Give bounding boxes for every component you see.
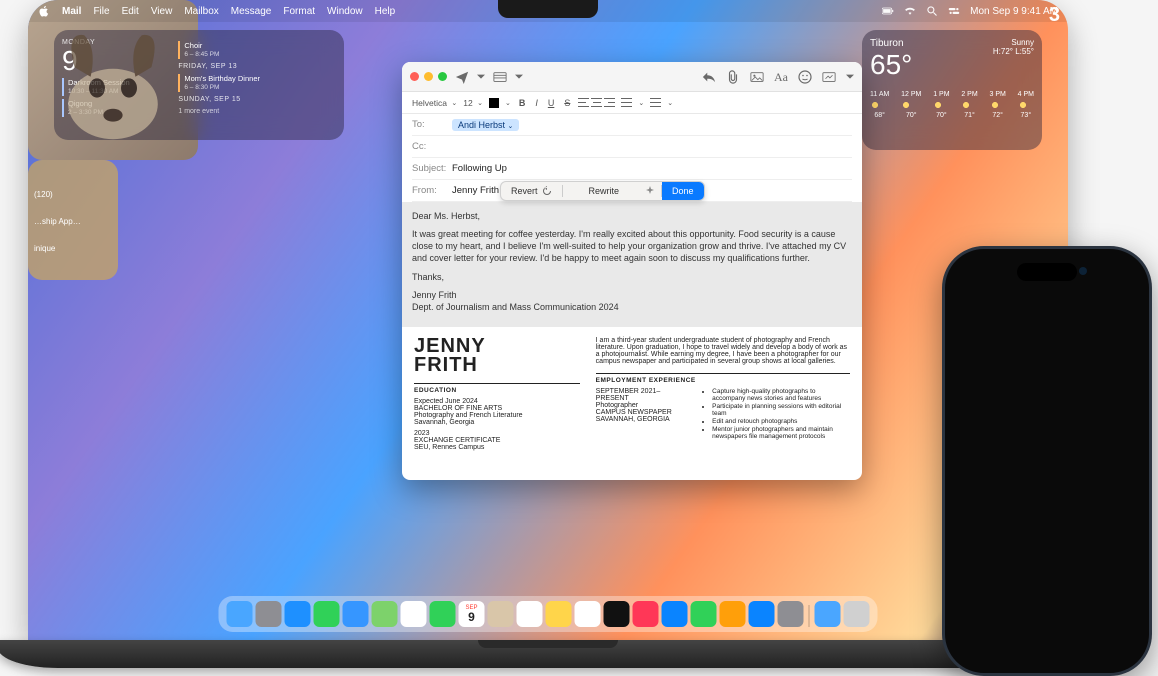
dock-app-mail[interactable] xyxy=(343,601,369,627)
dock-app-freeform[interactable] xyxy=(575,601,601,627)
dock-app-contacts[interactable] xyxy=(488,601,514,627)
window-minimize-button[interactable] xyxy=(424,72,433,81)
cc-label: Cc: xyxy=(412,141,452,152)
align-center-button[interactable] xyxy=(591,98,602,107)
menubar-item-format[interactable]: Format xyxy=(283,6,315,17)
message-body[interactable]: Dear Ms. Herbst, It was great meeting fo… xyxy=(402,202,862,327)
dock-app-calendar[interactable]: SEP9 xyxy=(459,601,485,627)
desktop: Mail File Edit View Mailbox Message Form… xyxy=(28,0,1068,640)
weather-hourly: 11 AM68° 12 PM70° 1 PM70° 2 PM71° 3 PM72… xyxy=(870,91,1034,119)
dock-app-keynote[interactable] xyxy=(662,601,688,627)
menubar-item-message[interactable]: Message xyxy=(231,6,272,17)
spotlight-icon[interactable] xyxy=(926,5,938,17)
align-left-button[interactable] xyxy=(578,98,589,107)
control-center-icon[interactable] xyxy=(948,5,960,17)
emoji-icon[interactable] xyxy=(798,70,812,84)
recipient-token: Andi Herbst ⌄ xyxy=(452,119,519,131)
send-icon[interactable] xyxy=(455,70,469,84)
indent-button[interactable] xyxy=(650,98,661,107)
to-field[interactable]: Andi Herbst ⌄ xyxy=(452,119,852,131)
font-size-select[interactable]: 12 ⌄ xyxy=(463,98,483,108)
dock-app-appstore[interactable] xyxy=(749,601,775,627)
chevron-down-icon[interactable] xyxy=(846,70,854,84)
dock: SEP9 xyxy=(219,596,878,632)
calendar-event: Mom's Birthday Dinner 6 – 8:30 PM xyxy=(178,74,336,92)
mail-compose-window: Aa Helvetica ⌄ 12 ⌄ ⌄ B I U S xyxy=(402,62,862,480)
dock-app-pages[interactable] xyxy=(720,601,746,627)
dock-app-photos[interactable] xyxy=(401,601,427,627)
menubar-item-help[interactable]: Help xyxy=(375,6,396,17)
dynamic-island xyxy=(1017,263,1077,281)
wifi-icon[interactable] xyxy=(904,5,916,17)
to-label: To: xyxy=(412,119,452,130)
dock-app-reminders[interactable] xyxy=(517,601,543,627)
dock-downloads[interactable] xyxy=(815,601,841,627)
format-text-icon[interactable]: Aa xyxy=(774,70,788,84)
battery-icon[interactable] xyxy=(882,5,894,17)
photos-widget[interactable] xyxy=(28,0,198,160)
writing-tools-done-button[interactable]: Done xyxy=(662,182,704,200)
chevron-down-icon[interactable] xyxy=(515,70,523,84)
chevron-down-icon[interactable] xyxy=(477,70,485,84)
underline-button[interactable]: U xyxy=(546,98,557,108)
dock-app-settings[interactable] xyxy=(778,601,804,627)
writing-tools-revert-button[interactable]: Revert xyxy=(501,182,562,200)
dock-app-notes[interactable] xyxy=(546,601,572,627)
dock-trash[interactable] xyxy=(844,601,870,627)
italic-button[interactable]: I xyxy=(533,98,540,108)
reply-icon[interactable] xyxy=(702,70,716,84)
dog-photo-icon xyxy=(28,0,198,160)
photo-icon[interactable] xyxy=(750,70,764,84)
subject-field[interactable]: Following Up xyxy=(452,163,852,174)
sparkle-icon xyxy=(645,186,655,196)
weather-condition: Sunny xyxy=(993,38,1034,47)
dock-app-safari[interactable] xyxy=(285,601,311,627)
iphone-frame xyxy=(942,246,1152,676)
calendar-more-events: 1 more event xyxy=(178,107,336,116)
dock-app-messages[interactable] xyxy=(314,601,340,627)
bold-button[interactable]: B xyxy=(517,98,528,108)
markup-icon[interactable] xyxy=(822,70,836,84)
strikethrough-button[interactable]: S xyxy=(562,98,572,108)
subject-label: Subject: xyxy=(412,163,452,174)
align-right-button[interactable] xyxy=(604,98,615,107)
font-family-select[interactable]: Helvetica ⌄ xyxy=(412,98,457,108)
weather-widget[interactable]: Tiburon 65° Sunny H:72° L:55° 11 AM68° 1… xyxy=(862,30,1042,150)
from-label: From: xyxy=(412,185,452,196)
text-color-swatch[interactable] xyxy=(489,98,499,108)
format-bar: Helvetica ⌄ 12 ⌄ ⌄ B I U S ⌄ ⌄ xyxy=(402,92,862,114)
attach-icon[interactable] xyxy=(726,70,740,84)
header-fields-icon[interactable] xyxy=(493,70,507,84)
resume-name: JENNY FRITH xyxy=(414,337,580,375)
menubar-datetime[interactable]: Mon Sep 9 9:41 AM xyxy=(970,6,1058,17)
dock-app-music[interactable] xyxy=(633,601,659,627)
compose-toolbar: Aa xyxy=(402,62,862,92)
macbook-frame: Mail File Edit View Mailbox Message Form… xyxy=(28,0,1068,640)
list-button[interactable] xyxy=(621,98,632,107)
menubar-item-window[interactable]: Window xyxy=(327,6,363,17)
calendar-event: Choir 6 – 8:45 PM xyxy=(178,41,336,59)
dock-app-launchpad[interactable] xyxy=(256,601,282,627)
dock-app-facetime[interactable] xyxy=(430,601,456,627)
dock-app-finder[interactable] xyxy=(227,601,253,627)
writing-tools-rewrite-button[interactable]: Rewrite xyxy=(563,182,646,200)
dock-app-maps[interactable] xyxy=(372,601,398,627)
dock-app-tv[interactable] xyxy=(604,601,630,627)
display-notch xyxy=(498,0,598,18)
undo-icon xyxy=(542,186,552,196)
dock-app-numbers[interactable] xyxy=(691,601,717,627)
writing-tools-popup: Revert Rewrite Done xyxy=(500,181,705,201)
window-zoom-button[interactable] xyxy=(438,72,447,81)
front-camera-icon xyxy=(1079,267,1087,275)
home-widget[interactable]: 3 (120) …ship App… inique xyxy=(28,160,118,280)
resume-attachment[interactable]: JENNY FRITH EDUCATION Expected June 2024… xyxy=(402,327,862,461)
window-close-button[interactable] xyxy=(410,72,419,81)
weather-hilo: H:72° L:55° xyxy=(993,47,1034,56)
